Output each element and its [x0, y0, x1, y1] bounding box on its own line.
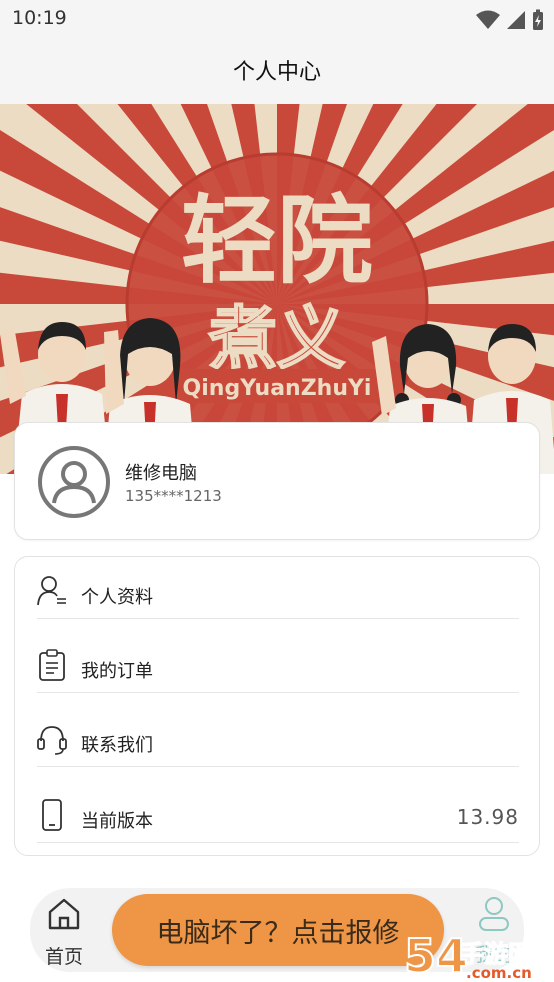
- user-name: 维修电脑: [125, 463, 197, 484]
- wifi-icon: [476, 10, 500, 29]
- svg-text:.com.cn: .com.cn: [466, 964, 532, 980]
- menu-item-contact[interactable]: 联系我们: [37, 705, 519, 767]
- title-bar: 个人中心: [0, 38, 554, 104]
- profile-card[interactable]: 维修电脑 135****1213: [14, 422, 540, 540]
- svg-text:54: 54: [404, 929, 468, 980]
- nav-home-label: 首页: [44, 946, 83, 968]
- cellular-signal-icon: [507, 11, 525, 29]
- menu-item-orders[interactable]: 我的订单: [37, 631, 519, 693]
- menu-label-profile: 个人资料: [81, 587, 153, 608]
- menu-label-orders: 我的订单: [81, 661, 153, 682]
- phone-icon: [42, 799, 62, 831]
- status-time: 10:19: [12, 7, 67, 29]
- version-number: 13.98: [456, 805, 519, 829]
- nav-home[interactable]: 首页: [40, 896, 88, 968]
- banner-pinyin: QingYuanZhuYi: [183, 376, 372, 401]
- menu-label-contact: 联系我们: [81, 735, 153, 756]
- status-bar: 10:19: [0, 0, 554, 38]
- menu-label-version: 当前版本: [81, 811, 153, 832]
- menu-item-version[interactable]: 当前版本 13.98: [37, 781, 519, 843]
- banner-image: 轻院 煮义 QingYuanZhuYi: [0, 104, 554, 474]
- banner-title-sub: 煮义: [208, 300, 345, 379]
- home-icon: [48, 898, 80, 930]
- clipboard-icon: [39, 649, 65, 681]
- report-repair-button[interactable]: 电脑坏了？点击报修: [112, 894, 444, 966]
- user-profile-icon: [37, 576, 66, 606]
- avatar-icon: [38, 446, 110, 518]
- battery-icon: [533, 9, 543, 30]
- watermark-logo: 54 手游网 .com.cn: [402, 924, 552, 982]
- page-title: 个人中心: [232, 60, 321, 85]
- menu-item-profile[interactable]: 个人资料: [37, 557, 519, 619]
- headset-icon: [37, 726, 67, 755]
- banner-title-main: 轻院: [181, 185, 373, 297]
- user-phone: 135****1213: [125, 487, 222, 505]
- status-icons: [476, 9, 544, 31]
- menu-card: 个人资料 我的订单 联系我们 当前版本 13.98: [14, 556, 540, 856]
